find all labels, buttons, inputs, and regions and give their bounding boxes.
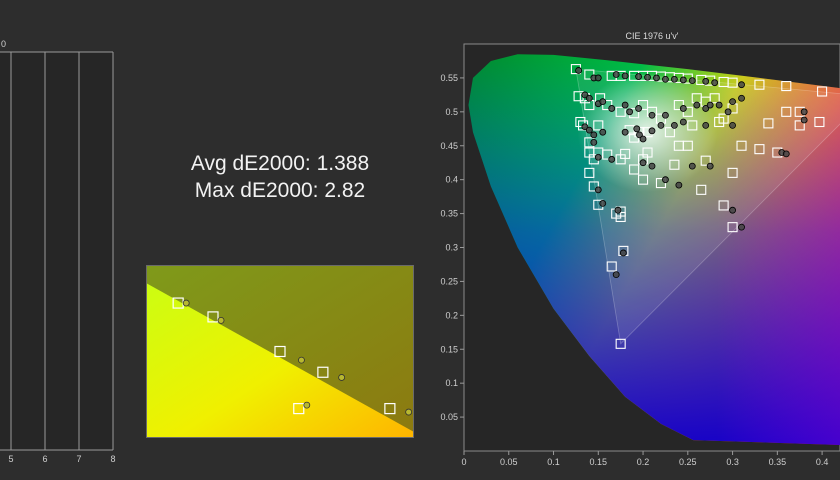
measured-marker <box>599 128 607 136</box>
measured-marker <box>715 101 723 109</box>
measured-marker <box>738 223 745 231</box>
measured-marker <box>711 79 719 87</box>
measured-marker <box>585 94 593 102</box>
measured-marker <box>575 67 582 74</box>
avg-de-label: Avg dE2000: 1.388 <box>190 152 370 175</box>
measured-marker <box>724 108 732 116</box>
measured-marker <box>590 131 598 139</box>
measured-marker <box>688 162 696 170</box>
measured-marker <box>621 101 629 109</box>
y-tick-label: 0.45 <box>440 141 458 151</box>
measured-marker <box>675 181 683 189</box>
measured-marker <box>800 108 808 116</box>
left-chart: 0 5 6 7 8 <box>0 39 116 464</box>
measured-marker <box>639 135 647 143</box>
y-tick-label: 0.35 <box>440 209 458 219</box>
y-tick-label: 0.4 <box>445 175 458 185</box>
measured-marker <box>800 116 808 124</box>
x-tick-label: 0.1 <box>547 457 560 467</box>
zoom-measured-marker <box>338 374 346 381</box>
x-tick-label: 0 <box>461 457 466 467</box>
measured-marker <box>729 98 736 106</box>
y-tick-label: 0.5 <box>445 107 458 117</box>
x-tick-label: 0.35 <box>769 457 787 467</box>
measured-marker <box>608 105 616 112</box>
measured-marker <box>729 206 736 214</box>
measured-marker <box>670 75 678 83</box>
x-tick-label: 0.2 <box>637 457 650 467</box>
measured-marker <box>639 159 647 167</box>
measured-marker <box>679 76 687 84</box>
measured-marker <box>608 155 616 163</box>
zoom-measured-marker <box>298 356 305 364</box>
measured-marker <box>635 105 642 112</box>
measured-marker <box>599 98 607 106</box>
left-chart-x-tick: 5 <box>8 454 13 464</box>
y-tick-label: 0.05 <box>440 412 458 422</box>
measured-marker <box>679 105 687 112</box>
y-tick-label: 0.1 <box>445 378 458 388</box>
y-tick-label: 0.55 <box>440 73 458 83</box>
measured-marker <box>594 153 602 161</box>
left-chart-x-tick: 7 <box>76 454 81 464</box>
left-chart-plot-area <box>0 52 113 450</box>
left-chart-x-tick: 8 <box>110 454 115 464</box>
measured-marker <box>621 128 629 136</box>
measured-marker <box>594 74 602 82</box>
measured-marker <box>585 126 593 134</box>
y-tick-label: 0.2 <box>445 310 458 320</box>
measured-marker <box>670 122 678 129</box>
measured-marker <box>706 101 714 109</box>
measured-marker <box>614 206 622 214</box>
x-tick-label: 0.3 <box>726 457 739 467</box>
zoom-measured-marker <box>303 401 311 409</box>
measured-marker <box>738 94 745 102</box>
measured-marker <box>693 101 701 109</box>
left-chart-top-tick: 0 <box>1 39 6 49</box>
measured-marker <box>644 73 651 81</box>
max-de-label: Max dE2000: 2.82 <box>194 179 366 202</box>
measured-marker <box>738 81 745 89</box>
measured-marker <box>648 111 656 119</box>
measured-marker <box>635 73 642 80</box>
x-tick-label: 0.4 <box>816 457 829 467</box>
zoom-measured-marker <box>182 299 190 307</box>
measured-marker <box>688 77 696 85</box>
measured-marker <box>662 75 669 83</box>
measured-marker <box>599 200 607 207</box>
zoom-measured-marker <box>405 408 413 416</box>
measured-marker <box>657 122 665 129</box>
measured-marker <box>621 72 629 80</box>
de-stats: Avg dE2000: 1.388 Max dE2000: 2.82 <box>160 150 400 204</box>
zoom-detail-chart <box>146 265 414 438</box>
measured-marker <box>590 138 598 146</box>
y-tick-label: 0.25 <box>440 276 458 286</box>
measured-marker <box>702 77 710 85</box>
y-tick-label: 0.15 <box>440 344 458 354</box>
zoom-measured-marker <box>217 316 225 324</box>
measured-marker <box>653 74 660 82</box>
cie-chart-title: CIE 1976 u'v' <box>626 31 679 41</box>
measured-marker <box>648 127 656 135</box>
measured-marker <box>729 122 736 129</box>
measured-marker <box>626 108 634 116</box>
measured-marker <box>782 150 790 158</box>
measured-marker <box>612 71 620 78</box>
measured-marker <box>702 122 710 129</box>
measured-marker <box>662 176 669 184</box>
measured-marker <box>619 249 627 257</box>
measured-marker <box>648 162 656 170</box>
x-tick-label: 0.25 <box>679 457 697 467</box>
x-tick-label: 0.05 <box>500 457 518 467</box>
measured-marker <box>679 118 687 126</box>
y-tick-label: 0.3 <box>445 243 458 253</box>
measured-marker <box>706 162 714 170</box>
left-chart-x-tick: 6 <box>42 454 47 464</box>
x-tick-label: 0.15 <box>590 457 608 467</box>
measured-marker <box>662 111 669 119</box>
cie-chart: CIE 1976 u'v' 0 0.05 0.1 0.15 0.2 0.25 0.3 0.35… <box>440 31 840 467</box>
measured-marker <box>594 186 602 194</box>
measured-marker <box>612 271 620 279</box>
measured-marker <box>633 125 641 133</box>
